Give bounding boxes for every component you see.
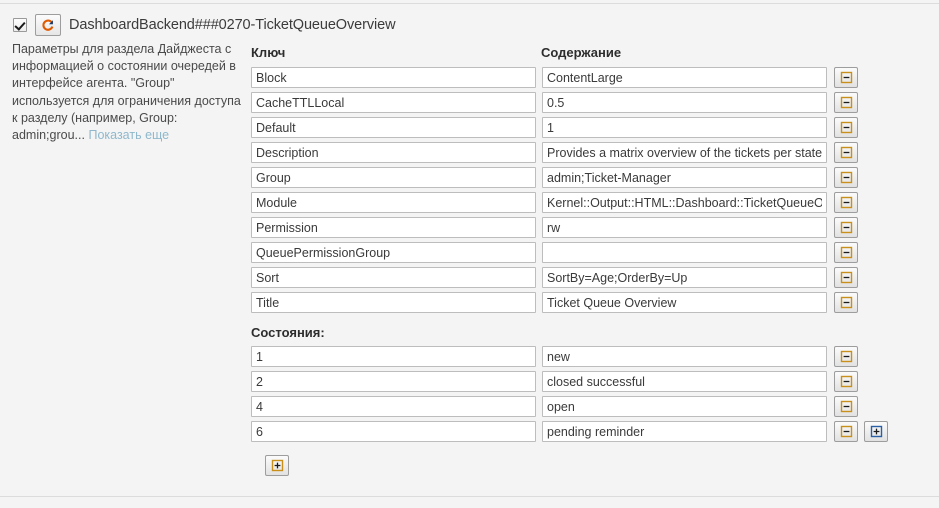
bottom-divider bbox=[0, 496, 939, 497]
remove-row-button[interactable] bbox=[834, 371, 858, 392]
remove-row-button[interactable] bbox=[834, 117, 858, 138]
minus-square-icon bbox=[840, 146, 853, 159]
states-section-label: Состояния: bbox=[251, 325, 325, 340]
settings-table: Ключ Содержание Состояния: bbox=[251, 45, 894, 476]
states-row-list bbox=[251, 346, 894, 446]
remove-row-button[interactable] bbox=[834, 396, 858, 417]
remove-row-button[interactable] bbox=[834, 92, 858, 113]
remove-row-button[interactable] bbox=[834, 267, 858, 288]
minus-square-icon bbox=[840, 171, 853, 184]
setting-description: Параметры для раздела Дайджеста с информ… bbox=[12, 41, 244, 144]
remove-row-button[interactable] bbox=[834, 67, 858, 88]
minus-square-icon bbox=[840, 246, 853, 259]
add-setting-row-button[interactable] bbox=[265, 455, 289, 476]
setting-header: DashboardBackend###0270-TicketQueueOverv… bbox=[13, 13, 396, 37]
states.rows-value-input[interactable] bbox=[542, 396, 827, 417]
minus-square-icon bbox=[840, 121, 853, 134]
settings_rows-value-input[interactable] bbox=[542, 292, 827, 313]
settings_rows-key-input[interactable] bbox=[251, 192, 536, 213]
table-row bbox=[251, 292, 894, 317]
minus-square-icon bbox=[840, 71, 853, 84]
settings_rows-value-input[interactable] bbox=[542, 267, 827, 288]
settings_rows-value-input[interactable] bbox=[542, 242, 827, 263]
states.rows-key-input[interactable] bbox=[251, 346, 536, 367]
settings_rows-key-input[interactable] bbox=[251, 142, 536, 163]
table-row bbox=[251, 242, 894, 267]
states.rows-key-input[interactable] bbox=[251, 396, 536, 417]
settings_rows-key-input[interactable] bbox=[251, 92, 536, 113]
states.rows-value-input[interactable] bbox=[542, 346, 827, 367]
remove-row-button[interactable] bbox=[834, 346, 858, 367]
remove-row-button[interactable] bbox=[834, 167, 858, 188]
reset-setting-button[interactable] bbox=[35, 14, 61, 36]
minus-square-icon bbox=[840, 271, 853, 284]
settings-panel: DashboardBackend###0270-TicketQueueOverv… bbox=[0, 0, 939, 508]
plus-square-icon bbox=[271, 459, 284, 472]
states.rows-value-input[interactable] bbox=[542, 371, 827, 392]
minus-square-icon bbox=[840, 375, 853, 388]
table-row bbox=[251, 117, 894, 142]
minus-square-icon bbox=[840, 221, 853, 234]
show-more-link[interactable]: Показать еще bbox=[88, 128, 169, 142]
settings-row-list bbox=[251, 67, 894, 317]
remove-row-button[interactable] bbox=[834, 217, 858, 238]
settings_rows-value-input[interactable] bbox=[542, 92, 827, 113]
table-row bbox=[251, 267, 894, 292]
settings_rows-key-input[interactable] bbox=[251, 267, 536, 288]
table-row bbox=[251, 396, 894, 421]
remove-row-button[interactable] bbox=[834, 142, 858, 163]
minus-square-icon bbox=[840, 296, 853, 309]
column-header-key: Ключ bbox=[251, 45, 286, 60]
minus-square-icon bbox=[840, 350, 853, 363]
settings_rows-value-input[interactable] bbox=[542, 192, 827, 213]
settings_rows-key-input[interactable] bbox=[251, 217, 536, 238]
minus-square-icon bbox=[840, 425, 853, 438]
settings_rows-value-input[interactable] bbox=[542, 67, 827, 88]
remove-row-button[interactable] bbox=[834, 192, 858, 213]
table-row bbox=[251, 371, 894, 396]
states.rows-key-input[interactable] bbox=[251, 371, 536, 392]
plus-square-icon bbox=[870, 425, 883, 438]
settings_rows-key-input[interactable] bbox=[251, 167, 536, 188]
table-row bbox=[251, 67, 894, 92]
add-setting-row-button-wrapper bbox=[265, 455, 289, 476]
setting-enabled-checkbox[interactable] bbox=[13, 18, 27, 32]
add-row-button[interactable] bbox=[864, 421, 888, 442]
table-row bbox=[251, 142, 894, 167]
states.rows-value-input[interactable] bbox=[542, 421, 827, 442]
settings_rows-key-input[interactable] bbox=[251, 117, 536, 138]
settings_rows-value-input[interactable] bbox=[542, 117, 827, 138]
minus-square-icon bbox=[840, 96, 853, 109]
settings_rows-value-input[interactable] bbox=[542, 142, 827, 163]
table-row bbox=[251, 346, 894, 371]
settings_rows-key-input[interactable] bbox=[251, 242, 536, 263]
remove-row-button[interactable] bbox=[834, 421, 858, 442]
column-header-value: Содержание bbox=[541, 45, 622, 60]
table-row bbox=[251, 217, 894, 242]
top-divider bbox=[0, 3, 939, 4]
table-row bbox=[251, 167, 894, 192]
remove-row-button[interactable] bbox=[834, 292, 858, 313]
states.rows-key-input[interactable] bbox=[251, 421, 536, 442]
minus-square-icon bbox=[840, 196, 853, 209]
column-headers: Ключ Содержание bbox=[251, 45, 894, 67]
table-row bbox=[251, 92, 894, 117]
setting-title: DashboardBackend###0270-TicketQueueOverv… bbox=[69, 17, 396, 33]
settings_rows-key-input[interactable] bbox=[251, 292, 536, 313]
settings_rows-key-input[interactable] bbox=[251, 67, 536, 88]
reset-circular-arrow-icon bbox=[41, 18, 55, 32]
settings_rows-value-input[interactable] bbox=[542, 217, 827, 238]
remove-row-button[interactable] bbox=[834, 242, 858, 263]
settings_rows-value-input[interactable] bbox=[542, 167, 827, 188]
table-row bbox=[251, 192, 894, 217]
table-row bbox=[251, 421, 894, 446]
setting-description-text: Параметры для раздела Дайджеста с информ… bbox=[12, 42, 241, 143]
minus-square-icon bbox=[840, 400, 853, 413]
